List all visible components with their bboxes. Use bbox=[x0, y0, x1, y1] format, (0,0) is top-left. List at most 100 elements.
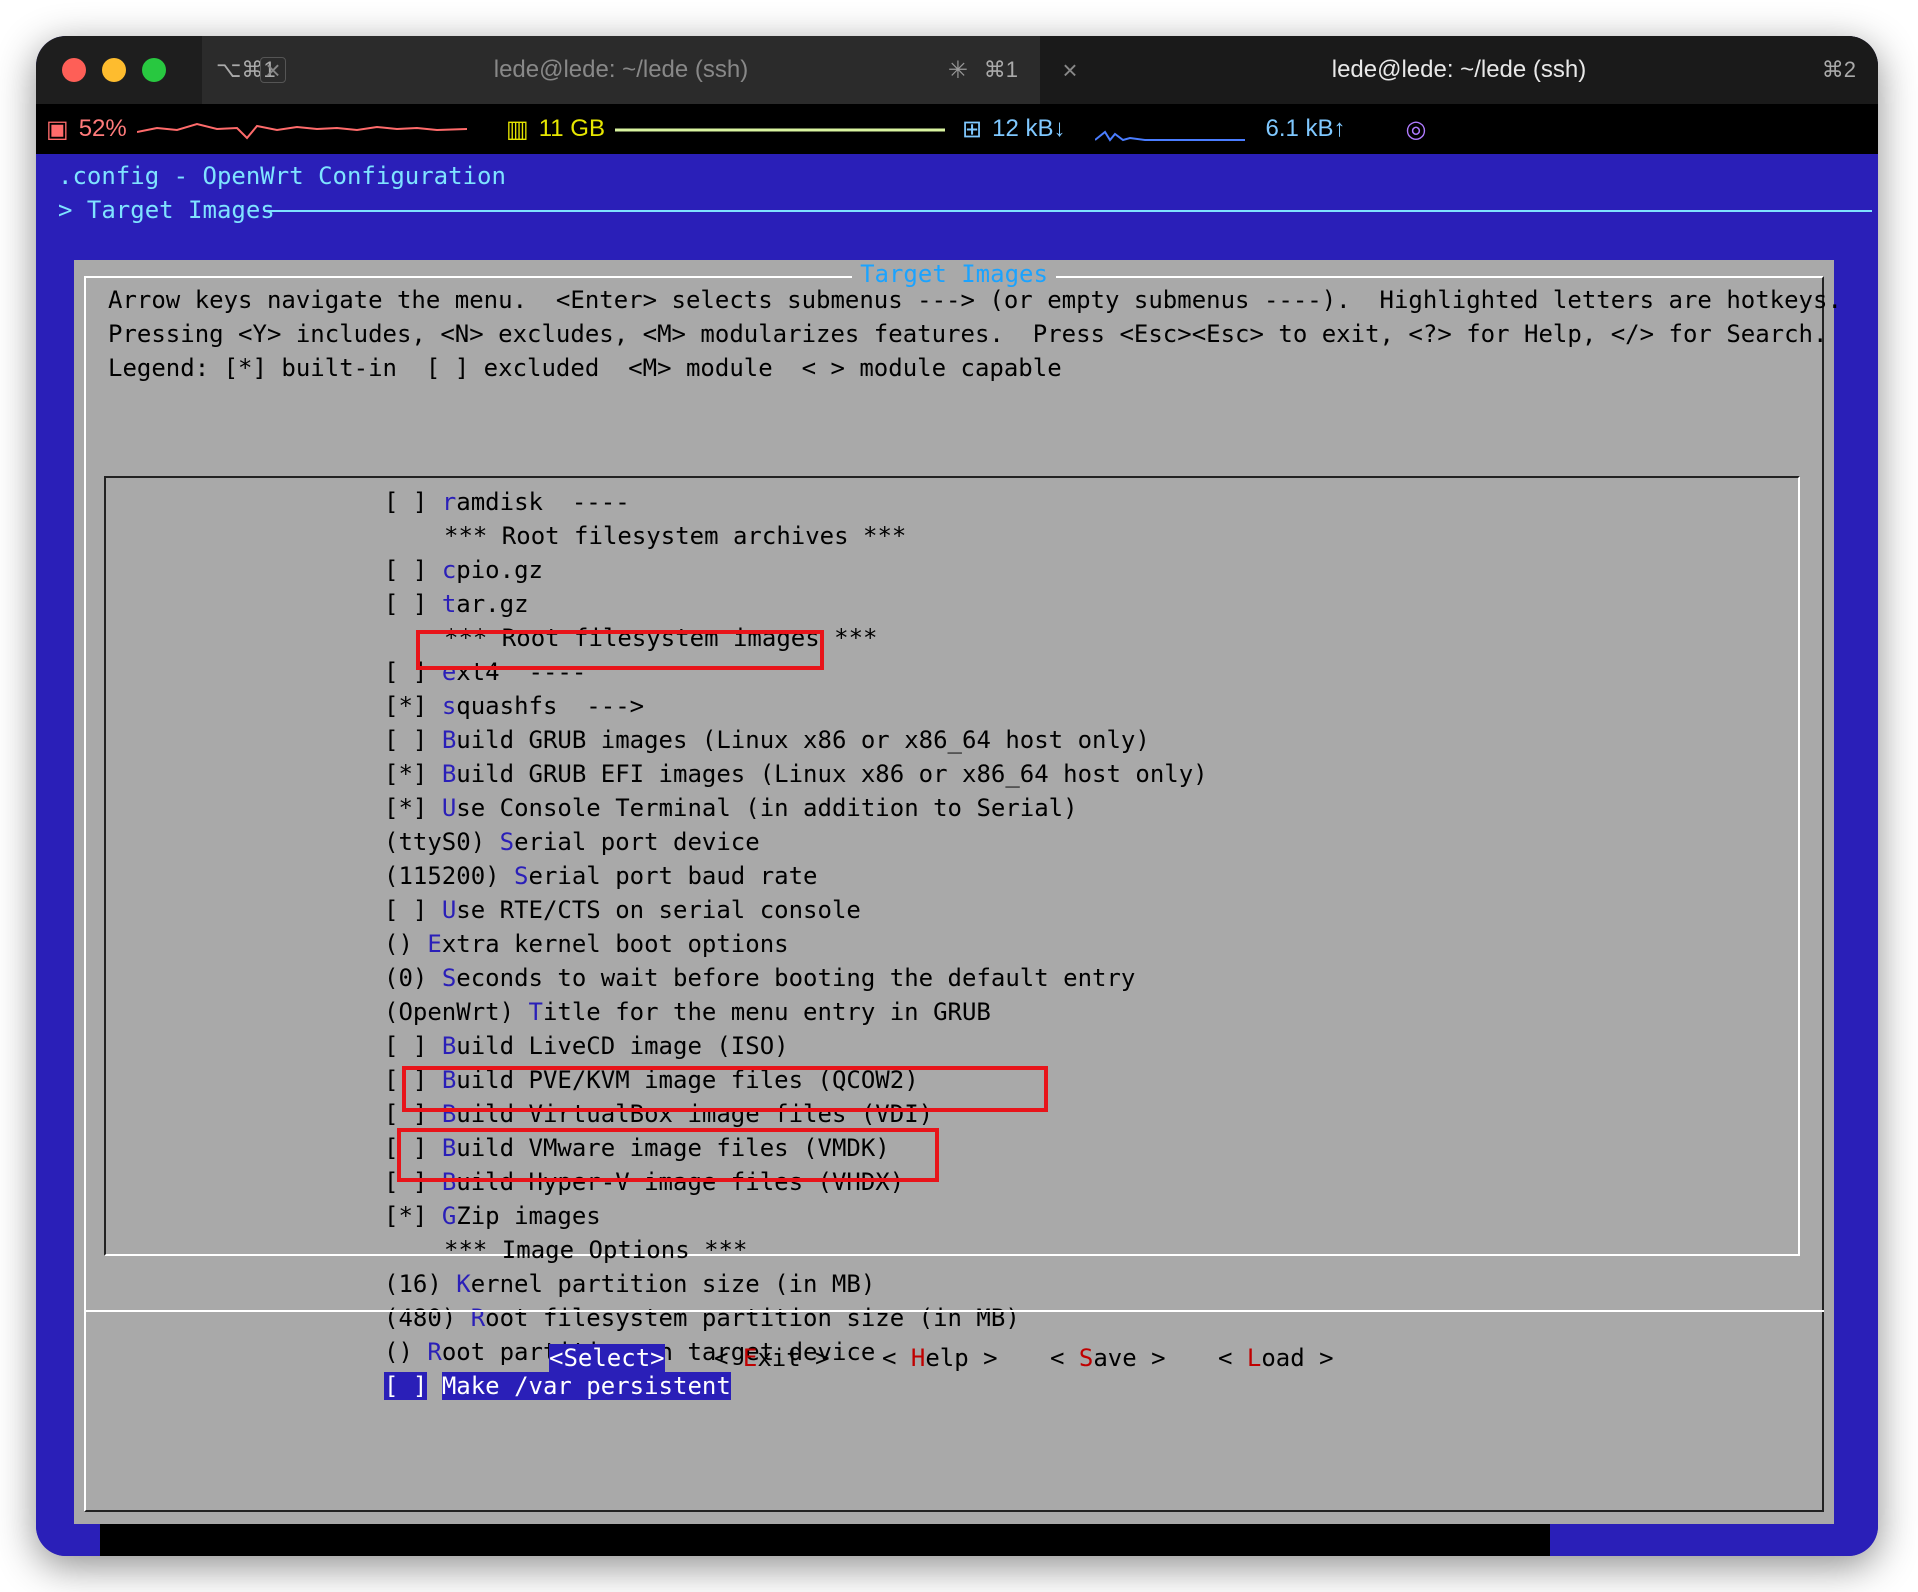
exit-button[interactable]: < Exit > bbox=[714, 1344, 830, 1372]
menu-item[interactable]: [*] GZip images bbox=[384, 1202, 601, 1230]
menu-item[interactable]: (16) Kernel partition size (in MB) bbox=[384, 1270, 875, 1298]
menu-item-rest: amdisk ---- bbox=[456, 488, 630, 516]
memory-value: 11 GB bbox=[538, 115, 605, 142]
menu-item-prefix: (16) bbox=[384, 1270, 442, 1298]
menu-item-hotkey: B bbox=[441, 1032, 457, 1060]
cpu-graph bbox=[136, 122, 467, 140]
target-icon[interactable]: ◎ bbox=[1406, 115, 1427, 144]
menu-item-label: Build LiveCD image (ISO) bbox=[442, 1032, 789, 1060]
menu-item-label: *** Image Options *** bbox=[444, 1236, 747, 1264]
menu-item-gap bbox=[427, 794, 441, 822]
menu-item[interactable]: [*] Build GRUB EFI images (Linux x86 or … bbox=[384, 760, 1208, 788]
menu-item[interactable]: (ttyS0) Serial port device bbox=[384, 828, 760, 856]
window-controls bbox=[36, 36, 202, 104]
network-icon: ⊞ bbox=[962, 115, 983, 143]
menu-item-gap bbox=[427, 964, 441, 992]
menu-item-gap bbox=[427, 1372, 441, 1400]
menu-item-label: Kernel partition size (in MB) bbox=[456, 1270, 875, 1298]
menu-item-gap bbox=[485, 828, 499, 856]
menu-item-prefix: [ ] bbox=[384, 556, 428, 584]
menu-item-hotkey: G bbox=[441, 1202, 457, 1230]
menu-item[interactable]: [ ] tar.gz bbox=[384, 590, 529, 618]
annotation-box-vmdk bbox=[402, 1066, 1048, 1112]
menu-item-rest: oot filesystem partition size (in MB) bbox=[485, 1304, 1020, 1332]
menu-item[interactable]: [ ] Use RTE/CTS on serial console bbox=[384, 896, 861, 924]
menu-item-pad bbox=[384, 522, 444, 550]
network-down: 12 kB↓ bbox=[992, 115, 1066, 142]
menu-item[interactable]: (115200) Serial port baud rate bbox=[384, 862, 817, 890]
menu-item-hotkey: R bbox=[470, 1304, 486, 1332]
cpu-status: ▣ 52% bbox=[46, 114, 467, 144]
menu-item-rest: ernel partition size (in MB) bbox=[470, 1270, 876, 1298]
menu-item[interactable]: [*] Use Console Terminal (in addition to… bbox=[384, 794, 1078, 822]
menu-item-rest: itle for the menu entry in GRUB bbox=[542, 998, 991, 1026]
menu-item-hotkey: S bbox=[514, 862, 529, 890]
menu-item[interactable]: (OpenWrt) Title for the menu entry in GR… bbox=[384, 998, 991, 1026]
menu-item[interactable]: (480) Root filesystem partition size (in… bbox=[384, 1304, 1020, 1332]
tab-1-title: lede@lede: ~/lede (ssh) bbox=[493, 56, 749, 83]
menu-item-gap bbox=[413, 1338, 427, 1366]
menu-item[interactable]: [ ] cpio.gz bbox=[384, 556, 543, 584]
terminal-area: .config - OpenWrt Configuration > Target… bbox=[36, 154, 1878, 1556]
annotation-box-squashfs bbox=[416, 630, 824, 670]
menu-item-hotkey: T bbox=[528, 998, 543, 1026]
menu-item[interactable]: [*] squashfs ---> bbox=[384, 692, 644, 720]
menu-item[interactable]: [ ] Make /var persistent bbox=[384, 1372, 731, 1400]
menu-item-gap bbox=[427, 760, 441, 788]
menu-item-hotkey: t bbox=[441, 590, 457, 618]
memory-icon: ▥ bbox=[506, 115, 529, 143]
tab-2-shortcut: ⌘2 bbox=[1821, 57, 1856, 82]
menu-item-rest: erial port device bbox=[514, 828, 760, 856]
menu-item-gap bbox=[456, 1304, 470, 1332]
breadcrumb-rule bbox=[264, 210, 1872, 212]
tab-1[interactable]: ⌥⌘1 × lede@lede: ~/lede (ssh) ✳ ⌘1 bbox=[202, 36, 1040, 104]
menu-item-hotkey: K bbox=[456, 1270, 471, 1298]
menu-item-prefix: [*] bbox=[384, 794, 428, 822]
network-up: 6.1 kB↑ bbox=[1265, 115, 1346, 142]
load-button[interactable]: < Load > bbox=[1218, 1344, 1334, 1372]
menu-item[interactable]: () Extra kernel boot options bbox=[384, 930, 789, 958]
menu-item-hotkey: R bbox=[427, 1338, 442, 1366]
menu-item[interactable]: [ ] ramdisk ---- bbox=[384, 488, 630, 516]
menu-item-hotkey: E bbox=[427, 930, 442, 958]
menu-item-pad bbox=[384, 1236, 444, 1264]
memory-graph bbox=[614, 128, 945, 132]
close-window-button[interactable] bbox=[62, 58, 86, 82]
help-line-1: Arrow keys navigate the menu. <Enter> se… bbox=[108, 286, 1842, 314]
select-button[interactable]: <Select> bbox=[549, 1344, 665, 1372]
menu-item-label: *** Root filesystem archives *** bbox=[444, 522, 906, 550]
menu-item-label: Use RTE/CTS on serial console bbox=[442, 896, 861, 924]
tab-1-shortcut: ⌘1 bbox=[983, 57, 1018, 82]
menu-item-rest: *** Root filesystem archives *** bbox=[444, 522, 907, 550]
memory-status: ▥ 11 GB bbox=[506, 114, 945, 144]
menu-item-label: cpio.gz bbox=[442, 556, 543, 584]
menu-item-gap bbox=[514, 998, 528, 1026]
menu-item-gap bbox=[442, 1270, 456, 1298]
save-button[interactable]: < Save > bbox=[1050, 1344, 1166, 1372]
tab-2-title: lede@lede: ~/lede (ssh) bbox=[1331, 56, 1587, 83]
menu-item-hotkey: S bbox=[441, 964, 457, 992]
minimize-window-button[interactable] bbox=[102, 58, 126, 82]
cpu-icon: ▣ bbox=[46, 115, 69, 143]
menu-item-hotkey: B bbox=[441, 760, 457, 788]
menu-item-gap bbox=[427, 488, 441, 516]
tab-2[interactable]: × lede@lede: ~/lede (ssh) ⌘2 bbox=[1040, 36, 1878, 104]
menu-item[interactable]: [ ] Build LiveCD image (ISO) bbox=[384, 1032, 789, 1060]
help-button[interactable]: < Help > bbox=[882, 1344, 998, 1372]
menu-item[interactable]: (0) Seconds to wait before booting the d… bbox=[384, 964, 1135, 992]
menu-item-hotkey: U bbox=[441, 896, 457, 924]
close-tab-icon[interactable]: × bbox=[260, 57, 286, 83]
menu-item-prefix: (115200) bbox=[384, 862, 500, 890]
menu-item-label: GZip images bbox=[442, 1202, 601, 1230]
menu-list bbox=[104, 476, 1800, 1256]
menu-item-hotkey: U bbox=[441, 794, 457, 822]
menu-item-prefix: [ ] bbox=[384, 590, 428, 618]
close-tab-icon[interactable]: × bbox=[1058, 57, 1082, 83]
button-separator bbox=[84, 1310, 1824, 1312]
menu-item-gap bbox=[427, 896, 441, 924]
menu-item-label: tar.gz bbox=[442, 590, 529, 618]
menu-item-label: Make /var persistent bbox=[441, 1372, 731, 1400]
menu-item[interactable]: [ ] Build GRUB images (Linux x86 or x86_… bbox=[384, 726, 1150, 754]
zoom-window-button[interactable] bbox=[142, 58, 166, 82]
menu-item-gap bbox=[427, 556, 441, 584]
